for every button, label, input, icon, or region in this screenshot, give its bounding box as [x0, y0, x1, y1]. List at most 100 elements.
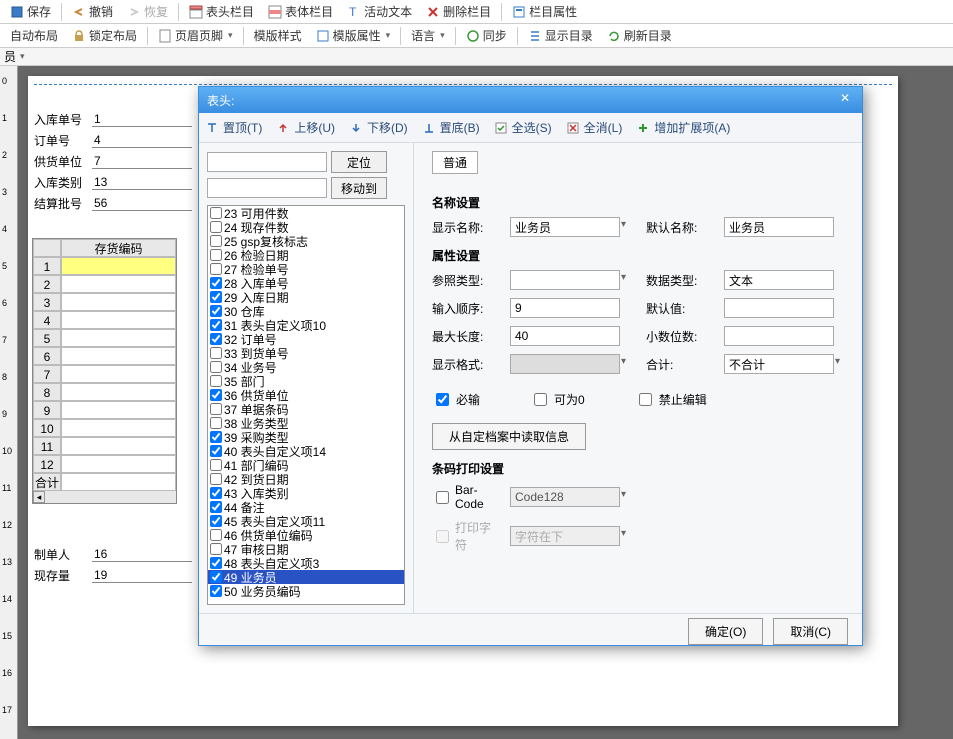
lock-layout-button[interactable]: 锁定布局: [66, 25, 143, 46]
column-props-button[interactable]: 栏目属性: [506, 1, 583, 22]
active-text-button[interactable]: T活动文本: [341, 1, 418, 22]
header-footer-button[interactable]: 页眉页脚▾: [152, 25, 239, 46]
cell[interactable]: [61, 293, 176, 311]
sync-button[interactable]: 同步: [460, 25, 513, 46]
default-value-input[interactable]: [724, 298, 834, 318]
table-row[interactable]: 3: [33, 293, 176, 311]
item-checkbox[interactable]: [210, 515, 222, 527]
body-grid[interactable]: 存货编码 123456789101112 合计 ◂: [32, 238, 177, 504]
table-row[interactable]: 7: [33, 365, 176, 383]
template-style-button[interactable]: 模版样式: [248, 25, 308, 46]
table-row[interactable]: 1: [33, 257, 176, 275]
cell[interactable]: [61, 311, 176, 329]
cell[interactable]: [61, 257, 176, 275]
item-checkbox[interactable]: [210, 207, 222, 219]
noedit-checkbox[interactable]: 禁止编辑: [635, 390, 707, 409]
move-up-button[interactable]: 上移(U): [276, 119, 335, 136]
refresh-toc-button[interactable]: 刷新目录: [601, 25, 678, 46]
move-bottom-button[interactable]: 置底(B): [422, 119, 480, 136]
noedit-check[interactable]: [639, 393, 652, 406]
move-top-button[interactable]: 置顶(T): [205, 119, 262, 136]
item-checkbox[interactable]: [210, 571, 222, 583]
item-checkbox[interactable]: [210, 501, 222, 513]
data-type-input[interactable]: [724, 270, 834, 290]
table-row[interactable]: 8: [33, 383, 176, 401]
table-row[interactable]: 2: [33, 275, 176, 293]
cancel-button[interactable]: 取消(C): [773, 618, 848, 645]
barcode-check[interactable]: [436, 491, 449, 504]
item-checkbox[interactable]: [210, 487, 222, 499]
template-props-button[interactable]: 模版属性▾: [310, 25, 397, 46]
item-checkbox[interactable]: [210, 529, 222, 541]
select-none-button[interactable]: 全消(L): [566, 119, 623, 136]
add-extension-button[interactable]: 增加扩展项(A): [636, 119, 730, 136]
printchar-checkbox[interactable]: 打印字符: [432, 519, 494, 553]
item-checkbox[interactable]: [210, 361, 222, 373]
field-value[interactable]: 7: [92, 154, 192, 169]
item-checkbox[interactable]: [210, 235, 222, 247]
cell[interactable]: [61, 383, 176, 401]
table-row[interactable]: 5: [33, 329, 176, 347]
field-value[interactable]: 16: [92, 547, 192, 562]
item-checkbox[interactable]: [210, 459, 222, 471]
item-checkbox[interactable]: [210, 417, 222, 429]
table-row[interactable]: 10: [33, 419, 176, 437]
moveto-button[interactable]: 移动到: [331, 177, 387, 199]
item-checkbox[interactable]: [210, 557, 222, 569]
item-checkbox[interactable]: [210, 277, 222, 289]
auto-layout-button[interactable]: 自动布局: [4, 25, 64, 46]
field-value[interactable]: 19: [92, 568, 192, 583]
max-length-input[interactable]: [510, 326, 620, 346]
cell[interactable]: [61, 419, 176, 437]
item-checkbox[interactable]: [210, 473, 222, 485]
item-checkbox[interactable]: [210, 543, 222, 555]
item-checkbox[interactable]: [210, 445, 222, 457]
table-row[interactable]: 6: [33, 347, 176, 365]
cell[interactable]: [61, 455, 176, 473]
column-list[interactable]: 23 可用件数24 现存件数25 gsp复核标志26 检验日期27 检验单号28…: [207, 205, 405, 605]
table-row[interactable]: 12: [33, 455, 176, 473]
search-input[interactable]: [207, 152, 327, 172]
cell[interactable]: [61, 437, 176, 455]
item-checkbox[interactable]: [210, 347, 222, 359]
show-toc-button[interactable]: 显示目录: [522, 25, 599, 46]
move-down-button[interactable]: 下移(D): [349, 119, 408, 136]
item-checkbox[interactable]: [210, 375, 222, 387]
barcode-checkbox[interactable]: Bar-Code: [432, 483, 494, 511]
sum-input[interactable]: [724, 354, 834, 374]
field-value[interactable]: 1: [92, 112, 192, 127]
undo-button[interactable]: 撤销: [66, 1, 119, 22]
item-checkbox[interactable]: [210, 221, 222, 233]
input-order-input[interactable]: [510, 298, 620, 318]
cell[interactable]: [61, 401, 176, 419]
item-checkbox[interactable]: [210, 585, 222, 597]
item-checkbox[interactable]: [210, 249, 222, 261]
display-name-input[interactable]: [510, 217, 620, 237]
cell[interactable]: [61, 365, 176, 383]
item-checkbox[interactable]: [210, 333, 222, 345]
item-checkbox[interactable]: [210, 305, 222, 317]
field-value[interactable]: 56: [92, 196, 192, 211]
required-check[interactable]: [436, 393, 449, 406]
language-button[interactable]: 语言▾: [405, 25, 451, 46]
field-value[interactable]: 13: [92, 175, 192, 190]
redo-button[interactable]: 恢复: [121, 1, 174, 22]
cell[interactable]: [61, 275, 176, 293]
list-item[interactable]: 50 业务员编码: [208, 584, 404, 598]
item-checkbox[interactable]: [210, 291, 222, 303]
ok-button[interactable]: 确定(O): [688, 618, 763, 645]
body-column-button[interactable]: 表体栏目: [262, 1, 339, 22]
required-checkbox[interactable]: 必输: [432, 390, 480, 409]
item-checkbox[interactable]: [210, 319, 222, 331]
cell[interactable]: [61, 347, 176, 365]
cell[interactable]: [61, 329, 176, 347]
item-checkbox[interactable]: [210, 431, 222, 443]
table-row[interactable]: 4: [33, 311, 176, 329]
ref-type-input[interactable]: [510, 270, 620, 290]
header-column-button[interactable]: 表头栏目: [183, 1, 260, 22]
save-button[interactable]: 保存: [4, 1, 57, 22]
delete-column-button[interactable]: 删除栏目: [420, 1, 497, 22]
item-checkbox[interactable]: [210, 263, 222, 275]
scroll-left-icon[interactable]: ◂: [33, 491, 45, 503]
close-button[interactable]: ✕: [836, 91, 854, 109]
